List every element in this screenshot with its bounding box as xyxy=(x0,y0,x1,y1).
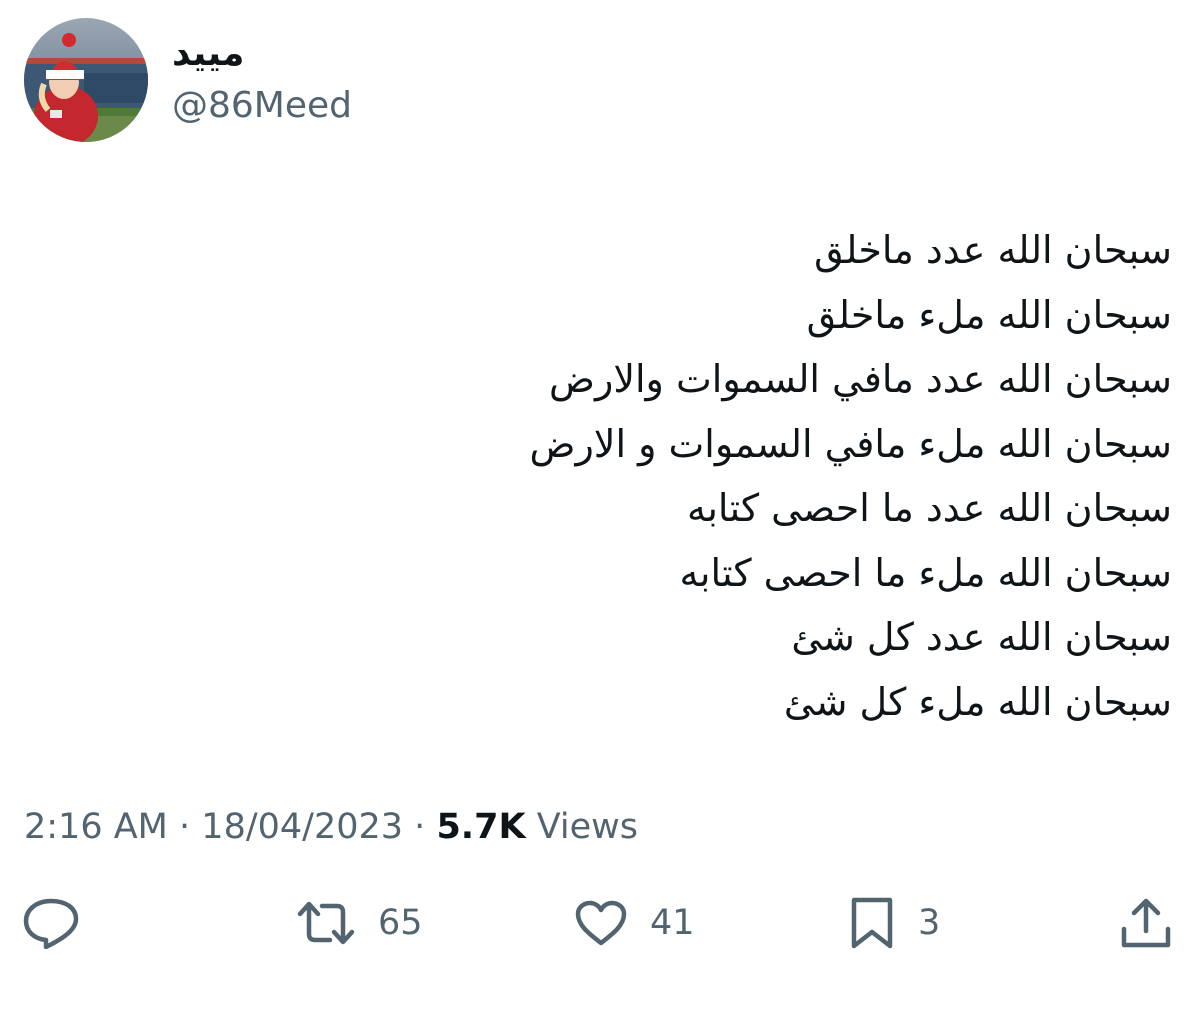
tweet-line: سبحان الله عدد كل شئ xyxy=(791,615,1172,659)
share-button[interactable] xyxy=(1118,895,1174,951)
user-handle[interactable]: @86Meed xyxy=(172,84,352,128)
display-name[interactable]: مييد xyxy=(172,32,244,76)
bookmark-button[interactable]: 3 xyxy=(848,895,940,951)
tweet-line: سبحان الله عدد ماخلق xyxy=(814,228,1172,272)
tweet-line: سبحان الله ملء ما احصى كتابه xyxy=(679,550,1173,595)
tweet-line: سبحان الله ملء ماخلق xyxy=(806,292,1172,337)
retweet-button[interactable]: 65 xyxy=(296,895,423,951)
retweet-count: 65 xyxy=(378,903,423,943)
profile-photo-icon xyxy=(24,18,148,142)
tweet-meta: 2:16 AM · 18/04/2023 · 5.7K Views xyxy=(24,805,638,849)
bookmark-icon xyxy=(851,897,893,949)
like-button[interactable]: 41 xyxy=(574,895,695,951)
heart-icon xyxy=(575,900,627,946)
views-count[interactable]: 5.7K xyxy=(436,807,525,847)
tweet-line: سبحان الله ملء مافي السموات و الارض xyxy=(529,421,1173,466)
views-label: Views xyxy=(536,807,639,847)
tweet-card: مييد @86Meed سبحان الله عدد ماخلق سبحان … xyxy=(0,0,1200,1017)
meta-separator: · xyxy=(414,807,426,847)
reply-button[interactable] xyxy=(22,895,80,951)
tweet-date[interactable]: 18/04/2023 xyxy=(201,807,403,847)
reply-icon xyxy=(23,898,79,949)
meta-separator: · xyxy=(179,807,191,847)
retweet-icon xyxy=(297,901,355,945)
like-count: 41 xyxy=(650,903,695,943)
avatar[interactable] xyxy=(24,18,148,142)
tweet-line: سبحان الله عدد مافي السموات والارض xyxy=(549,357,1172,401)
tweet-line: سبحان الله عدد ما احصى كتابه xyxy=(686,486,1172,530)
tweet-text: سبحان الله عدد ماخلق سبحان الله ملء ماخل… xyxy=(72,218,1173,734)
tweet-time[interactable]: 2:16 AM xyxy=(24,807,168,847)
bookmark-count: 3 xyxy=(918,903,941,943)
tweet-line: سبحان الله ملء كل شئ xyxy=(783,679,1172,724)
share-icon xyxy=(1121,898,1171,948)
